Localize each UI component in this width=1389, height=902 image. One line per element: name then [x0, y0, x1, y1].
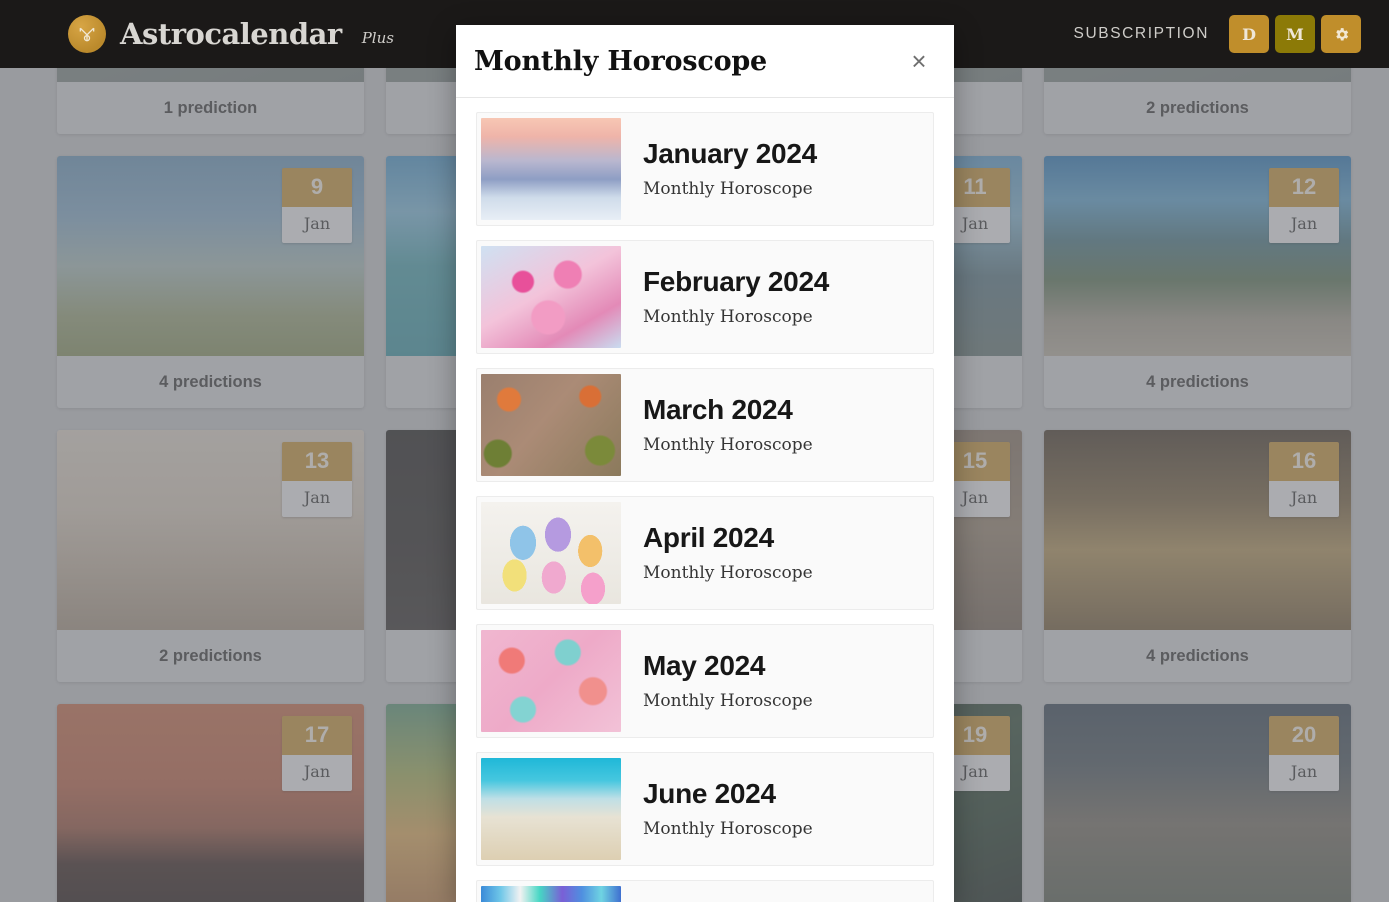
month-text-block: July 2024Monthly Horoscope	[621, 881, 933, 902]
month-list-item[interactable]: January 2024 Monthly Horoscope	[476, 112, 934, 226]
page-root: 1 prediction2 predictions9Jan4 predictio…	[0, 0, 1389, 902]
month-list-item[interactable]: April 2024 Monthly Horoscope	[476, 496, 934, 610]
month-thumbnail	[481, 630, 621, 732]
settings-gear-icon[interactable]	[1321, 15, 1361, 53]
month-thumbnail	[481, 502, 621, 604]
month-list-item[interactable]: May 2024 Monthly Horoscope	[476, 624, 934, 738]
monthly-button[interactable]: M	[1275, 15, 1315, 53]
month-title: May 2024	[643, 649, 766, 681]
month-subtitle: Monthly Horoscope	[643, 691, 813, 712]
month-title: June 2024	[643, 777, 776, 809]
header-actions: SUBSCRIPTION D M	[1074, 15, 1361, 53]
subscription-label: SUBSCRIPTION	[1073, 25, 1209, 42]
month-subtitle: Monthly Horoscope	[643, 307, 813, 328]
month-thumbnail	[481, 886, 621, 902]
month-thumbnail	[481, 118, 621, 220]
month-text-block: March 2024 Monthly Horoscope	[621, 369, 933, 481]
close-icon[interactable]: ×	[902, 44, 936, 78]
month-list-item[interactable]: June 2024 Monthly Horoscope	[476, 752, 934, 866]
month-thumbnail	[481, 246, 621, 348]
daily-button[interactable]: D	[1229, 15, 1269, 53]
brand[interactable]: Astrocalendar Plus	[68, 15, 394, 53]
zodiac-glyph-icon	[68, 15, 106, 53]
month-thumbnail	[481, 374, 621, 476]
monthly-horoscope-modal: Monthly Horoscope × January 2024 Monthly …	[456, 25, 954, 902]
month-subtitle: Monthly Horoscope	[643, 179, 813, 200]
month-title: January 2024	[643, 137, 817, 169]
month-text-block: February 2024 Monthly Horoscope	[621, 241, 933, 353]
month-list[interactable]: January 2024 Monthly Horoscope February 20…	[456, 98, 954, 902]
month-title: March 2024	[643, 393, 793, 425]
month-title: April 2024	[643, 521, 774, 553]
month-text-block: January 2024 Monthly Horoscope	[621, 113, 933, 225]
month-list-item[interactable]: July 2024Monthly Horoscope	[476, 880, 934, 902]
month-text-block: April 2024 Monthly Horoscope	[621, 497, 933, 609]
month-title: February 2024	[643, 265, 829, 297]
brand-suffix: Plus	[361, 29, 394, 47]
month-list-item[interactable]: February 2024 Monthly Horoscope	[476, 240, 934, 354]
modal-title: Monthly Horoscope	[474, 45, 768, 77]
month-text-block: June 2024 Monthly Horoscope	[621, 753, 933, 865]
month-text-block: May 2024 Monthly Horoscope	[621, 625, 933, 737]
modal-header: Monthly Horoscope ×	[456, 25, 954, 98]
month-thumbnail	[481, 758, 621, 860]
month-subtitle: Monthly Horoscope	[643, 563, 813, 584]
month-subtitle: Monthly Horoscope	[643, 435, 813, 456]
month-subtitle: Monthly Horoscope	[643, 819, 813, 840]
brand-name: Astrocalendar	[120, 17, 342, 51]
month-list-item[interactable]: March 2024 Monthly Horoscope	[476, 368, 934, 482]
